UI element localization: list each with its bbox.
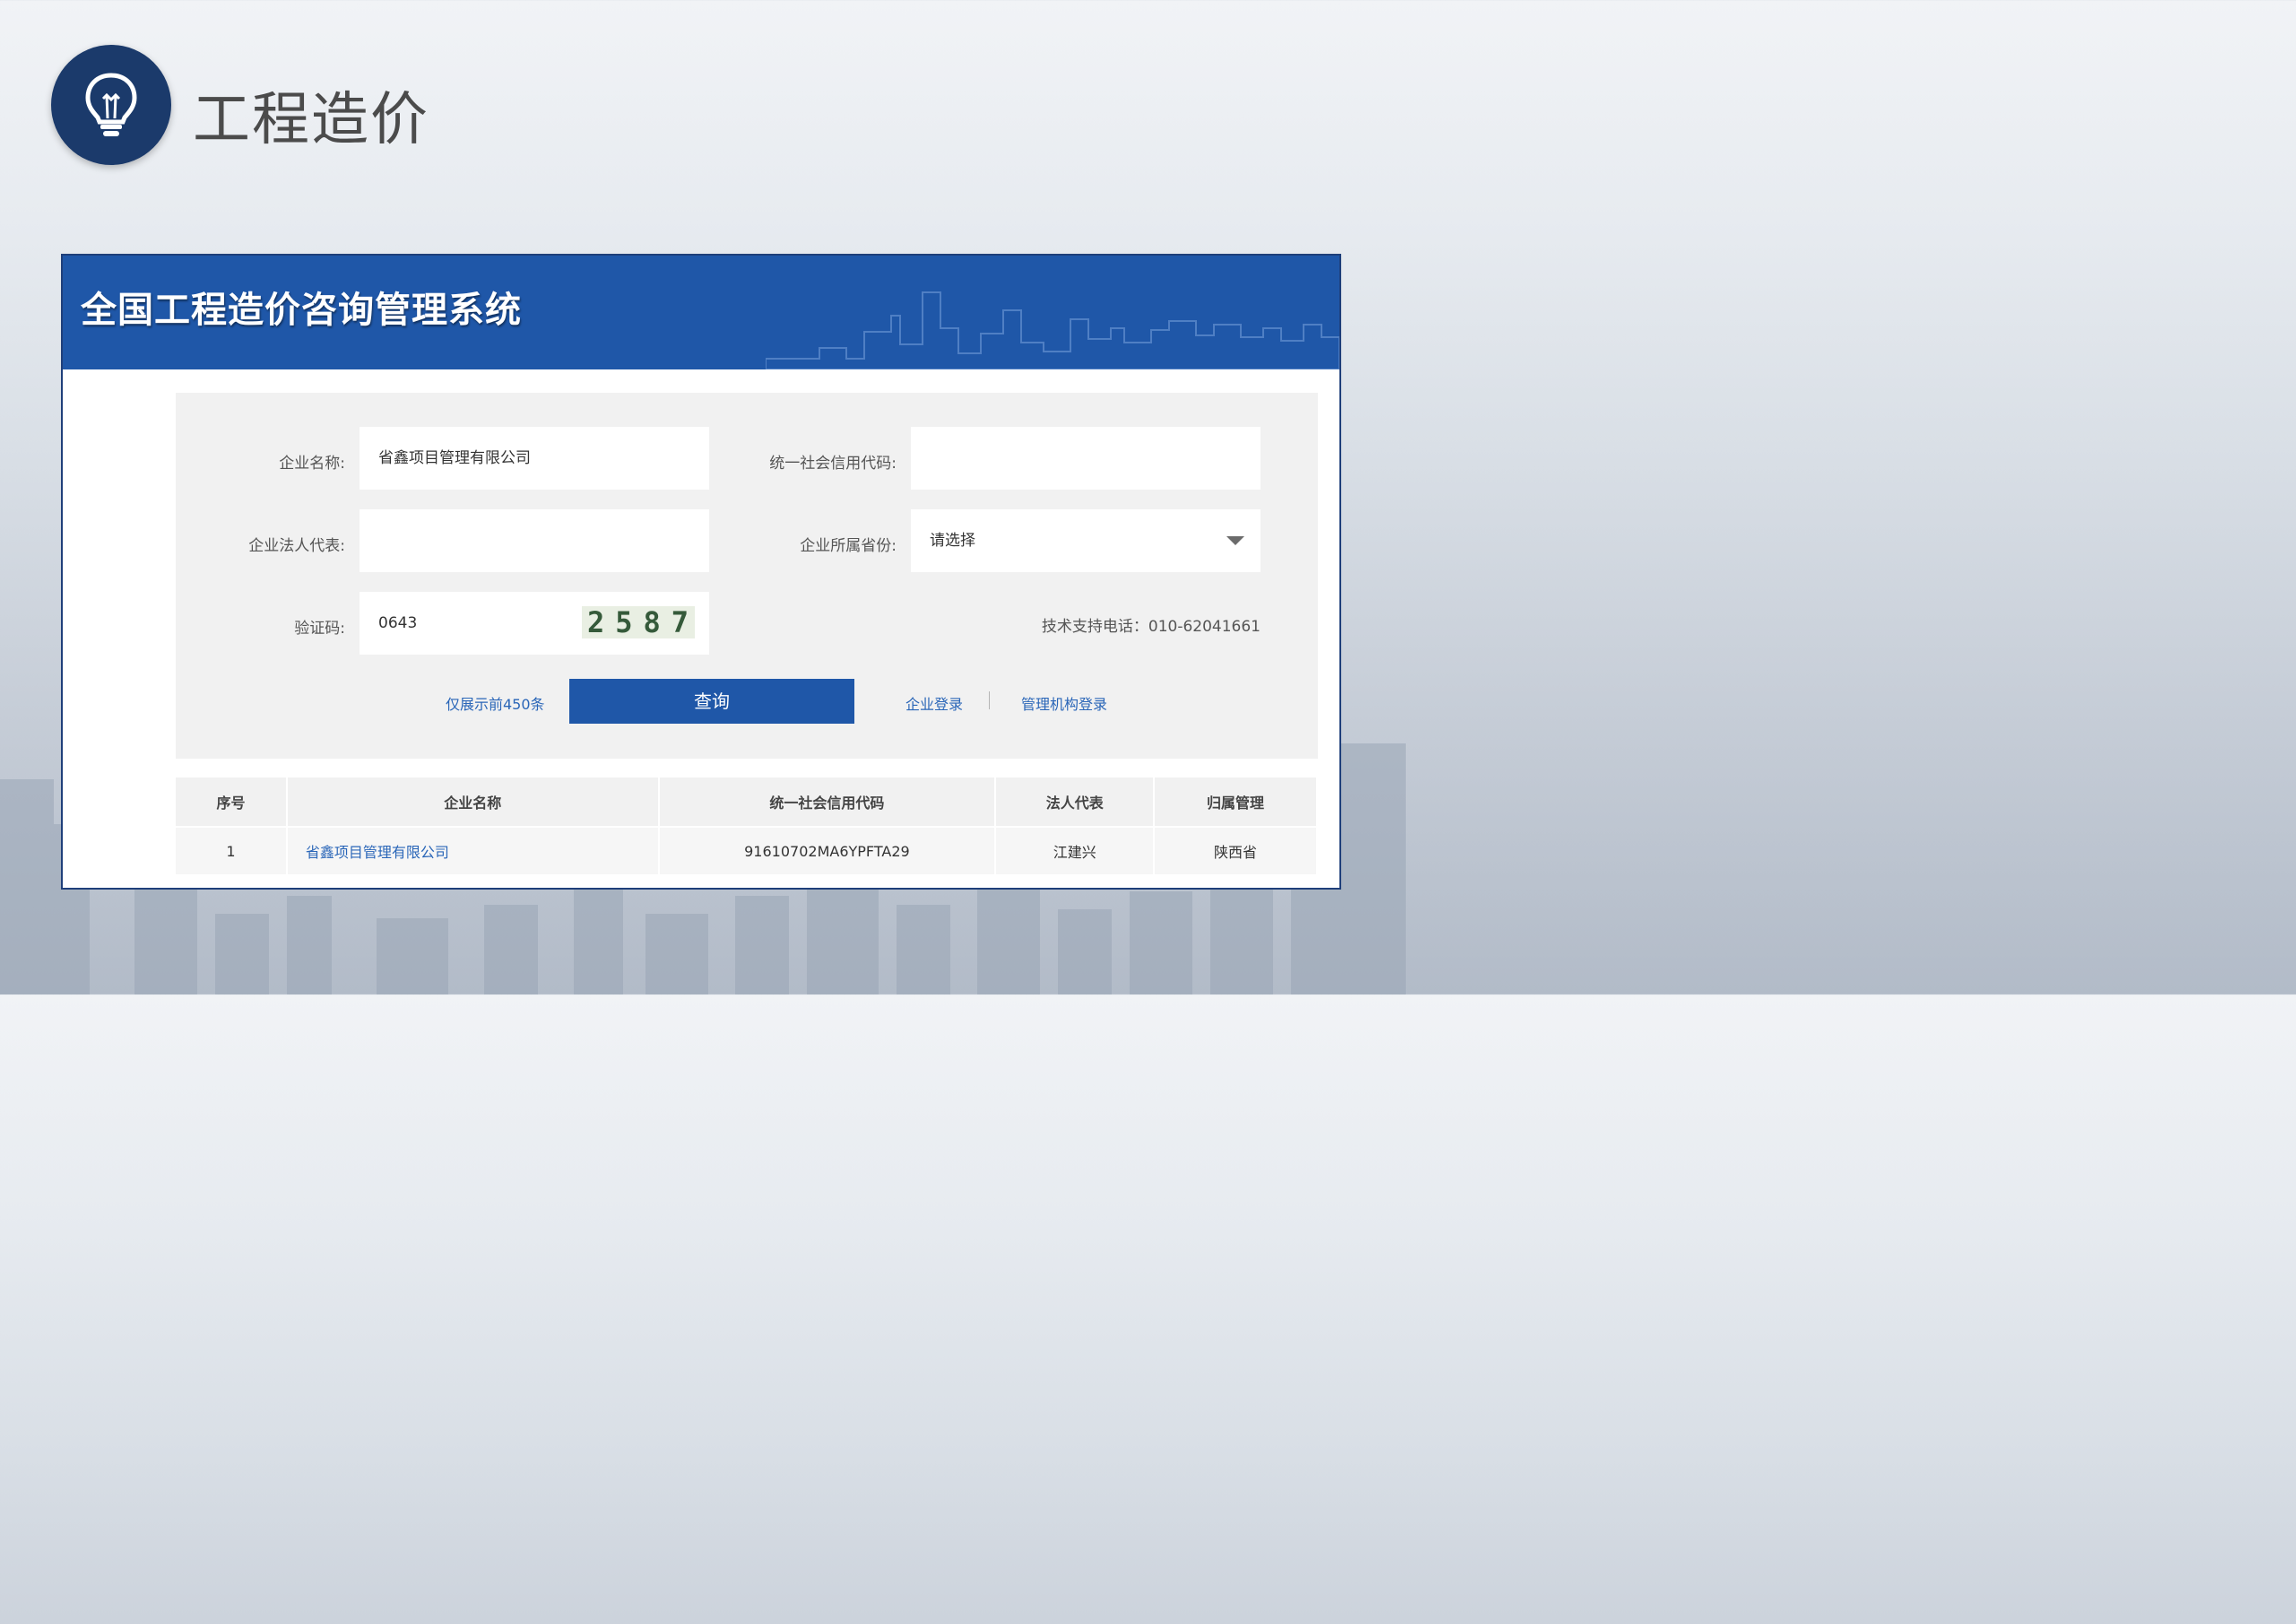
cell-credit-code: 91610702MA6YPFTA29 xyxy=(658,827,997,874)
lightbulb-badge xyxy=(51,45,171,165)
header-skyline-decoration xyxy=(766,291,1339,369)
column-header-legal-rep: 法人代表 xyxy=(995,777,1156,828)
system-title: 全国工程造价咨询管理系统 xyxy=(81,290,522,331)
captcha-input[interactable]: 0643 xyxy=(378,614,417,632)
credit-code-input[interactable] xyxy=(911,427,1261,490)
enterprise-login-link[interactable]: 企业登录 xyxy=(905,692,963,714)
table-row: 1 省鑫项目管理有限公司 91610702MA6YPFTA29 江建兴 陕西省 xyxy=(176,827,1318,874)
legal-rep-label: 企业法人代表: xyxy=(248,537,345,555)
query-button[interactable]: 查询 xyxy=(569,679,854,724)
captcha-image[interactable]: 2587 xyxy=(582,606,695,638)
table-header-row: 序号 企业名称 统一社会信用代码 法人代表 归属管理 xyxy=(176,777,1318,828)
province-label: 企业所属省份: xyxy=(800,537,897,555)
legal-rep-input[interactable] xyxy=(360,509,709,572)
captcha-field: 0643 2587 xyxy=(360,592,709,655)
system-header: 全国工程造价咨询管理系统 xyxy=(63,256,1339,369)
cell-index: 1 xyxy=(176,827,288,874)
result-limit-note: 仅展示前450条 xyxy=(446,696,545,713)
captcha-label: 验证码: xyxy=(294,620,345,638)
province-select-value: 请选择 xyxy=(930,532,975,550)
company-name-label: 企业名称: xyxy=(279,455,345,473)
cell-legal-rep: 江建兴 xyxy=(995,827,1156,874)
support-phone-text: 技术支持电话：010-62041661 xyxy=(1041,618,1261,636)
column-header-company: 企业名称 xyxy=(286,777,660,828)
column-header-region: 归属管理 xyxy=(1154,777,1318,828)
link-divider xyxy=(989,691,990,709)
column-header-index: 序号 xyxy=(176,777,288,828)
page-title: 工程造价 xyxy=(193,87,429,153)
chevron-down-icon xyxy=(1226,536,1244,545)
column-header-credit-code: 统一社会信用代码 xyxy=(658,777,997,828)
admin-login-link[interactable]: 管理机构登录 xyxy=(1021,692,1107,714)
lightbulb-icon xyxy=(85,73,137,136)
system-panel: 全国工程造价咨询管理系统 企业名称: 省鑫项目管理有限公司 统一社会信用代码: … xyxy=(61,254,1341,890)
cell-region: 陕西省 xyxy=(1154,827,1318,874)
company-name-input[interactable]: 省鑫项目管理有限公司 xyxy=(360,427,709,490)
credit-code-label: 统一社会信用代码: xyxy=(769,455,897,473)
results-table: 序号 企业名称 统一社会信用代码 法人代表 归属管理 1 省鑫项目管理有限公司 … xyxy=(176,777,1318,874)
cell-company-link[interactable]: 省鑫项目管理有限公司 xyxy=(286,827,660,874)
province-select[interactable]: 请选择 xyxy=(911,509,1261,572)
search-form: 企业名称: 省鑫项目管理有限公司 统一社会信用代码: 企业法人代表: 企业所属省… xyxy=(176,393,1318,759)
